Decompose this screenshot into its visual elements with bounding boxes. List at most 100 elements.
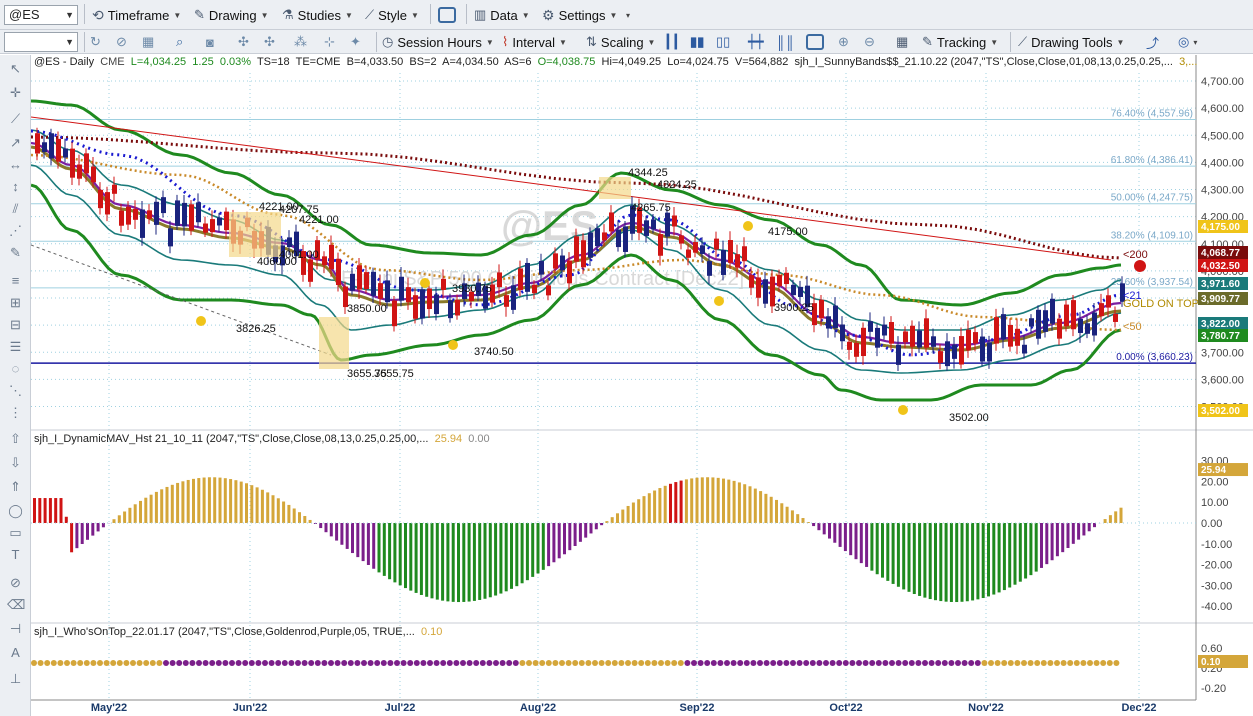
cursor-icon[interactable]: ↖ (7, 61, 24, 76)
tool-button[interactable]: ✣ (238, 32, 249, 52)
tool-button-3[interactable]: ⁂ (294, 32, 307, 52)
fib-extension-icon[interactable]: ⊞ (7, 295, 24, 310)
interval-combo[interactable]: ▼ (4, 32, 78, 52)
candle-style-button[interactable]: ▮▮ (690, 32, 704, 52)
header-as: AS=6 (504, 56, 532, 68)
crosshair-icon[interactable]: ✛ (7, 85, 24, 100)
tool-button-4[interactable]: ⊹ (324, 32, 335, 52)
circle-icon[interactable]: ◯ (7, 503, 24, 518)
fibonacci-icon[interactable]: ≡ (7, 273, 24, 288)
timeframe-menu[interactable]: ⟲ Timeframe ▼ (92, 5, 181, 25)
price-candles[interactable] (35, 127, 1125, 372)
arrow-down-icon[interactable]: ⇩ (7, 455, 24, 470)
settings-menu[interactable]: ⚙ Settings ▼ (542, 5, 617, 25)
trend-button[interactable]: ⤴ (1146, 32, 1159, 52)
bar-style-button[interactable]: ┃┃ (664, 32, 680, 52)
gann-icon[interactable]: ◌ (7, 361, 24, 376)
histogram-bar (144, 497, 148, 523)
candle-body (168, 228, 173, 247)
histogram-bar (176, 482, 180, 523)
dynamic-mav-histogram[interactable] (31, 477, 1196, 603)
ruler-icon[interactable]: ⊥ (7, 671, 24, 686)
studies-menu[interactable]: ⚗ Studies ▼ (282, 5, 353, 25)
channel-icon[interactable]: ⋰ (7, 223, 24, 238)
rectangle-icon[interactable]: ▭ (7, 525, 24, 540)
dashboard-button[interactable]: ◎ ▾ (1178, 32, 1197, 52)
layout-button[interactable] (438, 5, 456, 25)
ohlc-button[interactable]: ┿┿ (748, 32, 764, 52)
data-window-button[interactable]: ▦ (896, 32, 908, 52)
refresh-button[interactable]: ↻ (90, 32, 101, 52)
levels-icon[interactable]: ☰ (7, 339, 24, 354)
histogram-bar (907, 523, 911, 592)
remove-drawings-icon[interactable]: ⌫ (7, 597, 25, 612)
grid-icon: ▦ (142, 34, 155, 49)
price-tick-label: 4,500.00 (1201, 130, 1244, 142)
trendline-icon[interactable]: ⟋ (7, 111, 24, 126)
whos-on-top-dot (222, 660, 229, 666)
histogram-bar (711, 477, 715, 523)
candle-body (798, 286, 803, 297)
speed-lines-icon[interactable]: ⋱ (7, 383, 24, 398)
symbol-combo[interactable]: @ES ▼ (4, 5, 78, 25)
horizontal-line-icon[interactable]: ↔ (7, 157, 24, 172)
parallel-lines-icon[interactable]: ⫽ (7, 201, 24, 216)
tracking-menu[interactable]: ✎ Tracking ▼ (922, 32, 998, 52)
hollow-candle-button[interactable]: ▯▯ (716, 32, 730, 52)
data-menu[interactable]: ▥ Data ▼ (474, 5, 530, 25)
candle-body (889, 322, 894, 344)
whos-on-top-dot (433, 660, 440, 666)
pencil-icon[interactable]: ✎ (7, 245, 24, 260)
whos-on-top-dots[interactable] (31, 660, 1120, 666)
whos-on-top-dot (882, 660, 889, 666)
histogram-bar (536, 523, 540, 574)
histogram-study-name: sjh_I_DynamicMAV_Hst 21_10_11 (2047,"TS"… (34, 433, 429, 445)
link-button[interactable]: ⊘ (116, 32, 127, 52)
window-button[interactable] (806, 32, 824, 52)
zoom-out-button[interactable]: ⊖ (864, 32, 875, 52)
drawing-tools-menu[interactable]: ⟋ Drawing Tools ▼ (1018, 32, 1124, 52)
ray-icon[interactable]: ↗ (7, 135, 24, 150)
interval-menu[interactable]: ⌇ Interval ▼ (502, 32, 567, 52)
scaling-menu[interactable]: ⇅ Scaling ▼ (586, 32, 655, 52)
whos-tick-label: 0.60 (1201, 643, 1222, 655)
candle-body (161, 197, 166, 214)
text-label-icon[interactable]: A (7, 645, 24, 660)
eraser-icon[interactable]: ⊘ (7, 575, 24, 590)
whos-on-top-dot (281, 660, 288, 666)
candle-body (539, 260, 544, 275)
text-icon[interactable]: T (7, 547, 24, 562)
whos-on-top-dot (367, 660, 374, 666)
histogram-value-2: 0.00 (468, 433, 490, 445)
histogram-bar (377, 523, 381, 573)
fib-time-icon[interactable]: ⊟ (7, 317, 24, 332)
histogram-bar (499, 523, 503, 594)
caret-icon: ▼ (609, 10, 618, 20)
andrews-icon[interactable]: ⋮ (7, 405, 24, 420)
tool-button-5[interactable]: ✦ (350, 32, 361, 52)
tool-button-2[interactable]: ✣ (264, 32, 275, 52)
candle-body (1085, 323, 1090, 334)
histogram-bar (647, 493, 651, 523)
arrow-up-outline-icon[interactable]: ⇑ (7, 479, 24, 494)
zoom-in-button[interactable]: ⊕ (838, 32, 849, 52)
chevron-down-icon[interactable]: ▼ (65, 6, 74, 24)
volume-button[interactable]: ║║ (776, 32, 794, 52)
chart-area[interactable]: 76.40% (4,557.96) 61.80% (4,386.41) 50.00%… (31, 55, 1253, 716)
grid-button[interactable]: ▦ (142, 32, 154, 52)
style-menu[interactable]: ⟋ Style ▼ (365, 5, 419, 25)
histogram-bar (780, 503, 784, 523)
overflow-button[interactable]: ▾ (626, 5, 630, 25)
settings-label: Settings (558, 7, 606, 23)
camera-button[interactable]: ◙ (206, 32, 214, 52)
chevron-down-icon[interactable]: ▼ (65, 33, 74, 51)
search-button[interactable]: ⌕ (176, 32, 183, 52)
whos-on-top-dot (651, 660, 658, 666)
session-hours-menu[interactable]: ◷ Session Hours ▼ (382, 32, 494, 52)
histogram-bar (600, 523, 604, 526)
arrow-up-icon[interactable]: ⇧ (7, 431, 24, 446)
vertical-line-icon[interactable]: ↕ (7, 179, 24, 194)
lock-icon[interactable]: ⊣ (7, 621, 24, 636)
swing-dot (898, 405, 908, 415)
drawing-menu[interactable]: ✎ Drawing ▼ (194, 5, 269, 25)
